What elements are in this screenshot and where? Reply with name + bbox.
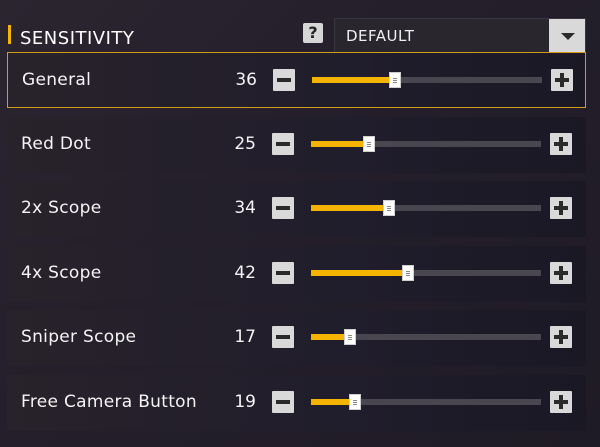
slider-fill [311, 141, 369, 147]
sensitivity-value: 36 [235, 70, 257, 90]
sensitivity-label: General [22, 70, 92, 90]
sensitivity-slider[interactable] [311, 136, 541, 152]
increase-button[interactable] [550, 133, 572, 155]
sensitivity-label: Red Dot [21, 134, 91, 154]
increase-button[interactable] [550, 391, 572, 413]
sensitivity-value: 25 [234, 134, 256, 154]
slider-fill [311, 205, 390, 211]
sensitivity-label: Sniper Scope [21, 327, 137, 347]
sensitivity-value: 34 [234, 198, 256, 218]
sensitivity-slider[interactable] [312, 72, 542, 88]
sensitivity-label: 2x Scope [21, 198, 102, 218]
chevron-down-icon[interactable] [549, 19, 585, 53]
sensitivity-slider[interactable] [311, 329, 541, 345]
sensitivity-row[interactable]: Free Camera Button 19 [7, 375, 586, 431]
sensitivity-slider[interactable] [311, 200, 541, 216]
decrease-button[interactable] [272, 262, 294, 284]
increase-button[interactable] [550, 197, 572, 219]
slider-handle[interactable] [362, 136, 375, 152]
title-accent-bar [8, 25, 11, 44]
sensitivity-row[interactable]: 4x Scope 42 [7, 246, 586, 302]
sensitivity-label: Free Camera Button [21, 392, 197, 412]
decrease-button[interactable] [272, 197, 294, 219]
sensitivity-row[interactable]: Red Dot 25 [7, 117, 586, 173]
decrease-button[interactable] [272, 133, 294, 155]
slider-fill [312, 77, 395, 83]
page-title: SENSITIVITY [20, 28, 135, 49]
slider-fill [311, 270, 408, 276]
header: SENSITIVITY ? DEFAULT [0, 8, 600, 54]
increase-button[interactable] [550, 326, 572, 348]
slider-handle[interactable] [388, 72, 401, 88]
sensitivity-value: 42 [234, 263, 256, 283]
slider-handle[interactable] [401, 265, 414, 281]
increase-button[interactable] [550, 262, 572, 284]
sensitivity-row[interactable]: 2x Scope 34 [7, 181, 586, 237]
sensitivity-slider[interactable] [311, 394, 541, 410]
decrease-button[interactable] [272, 326, 294, 348]
decrease-button[interactable] [273, 69, 295, 91]
sensitivity-value: 17 [234, 327, 256, 347]
sensitivity-label: 4x Scope [21, 263, 102, 283]
slider-handle[interactable] [348, 394, 361, 410]
sensitivity-row[interactable]: Sniper Scope 17 [7, 310, 586, 366]
increase-button[interactable] [551, 69, 573, 91]
decrease-button[interactable] [272, 391, 294, 413]
preset-dropdown[interactable]: DEFAULT [334, 18, 586, 54]
preset-dropdown-value: DEFAULT [346, 27, 415, 45]
sensitivity-slider[interactable] [311, 265, 541, 281]
slider-handle[interactable] [344, 329, 357, 345]
sensitivity-row[interactable]: General 36 [7, 52, 586, 108]
slider-handle[interactable] [383, 200, 396, 216]
help-icon[interactable]: ? [303, 23, 323, 43]
sensitivity-value: 19 [234, 392, 256, 412]
